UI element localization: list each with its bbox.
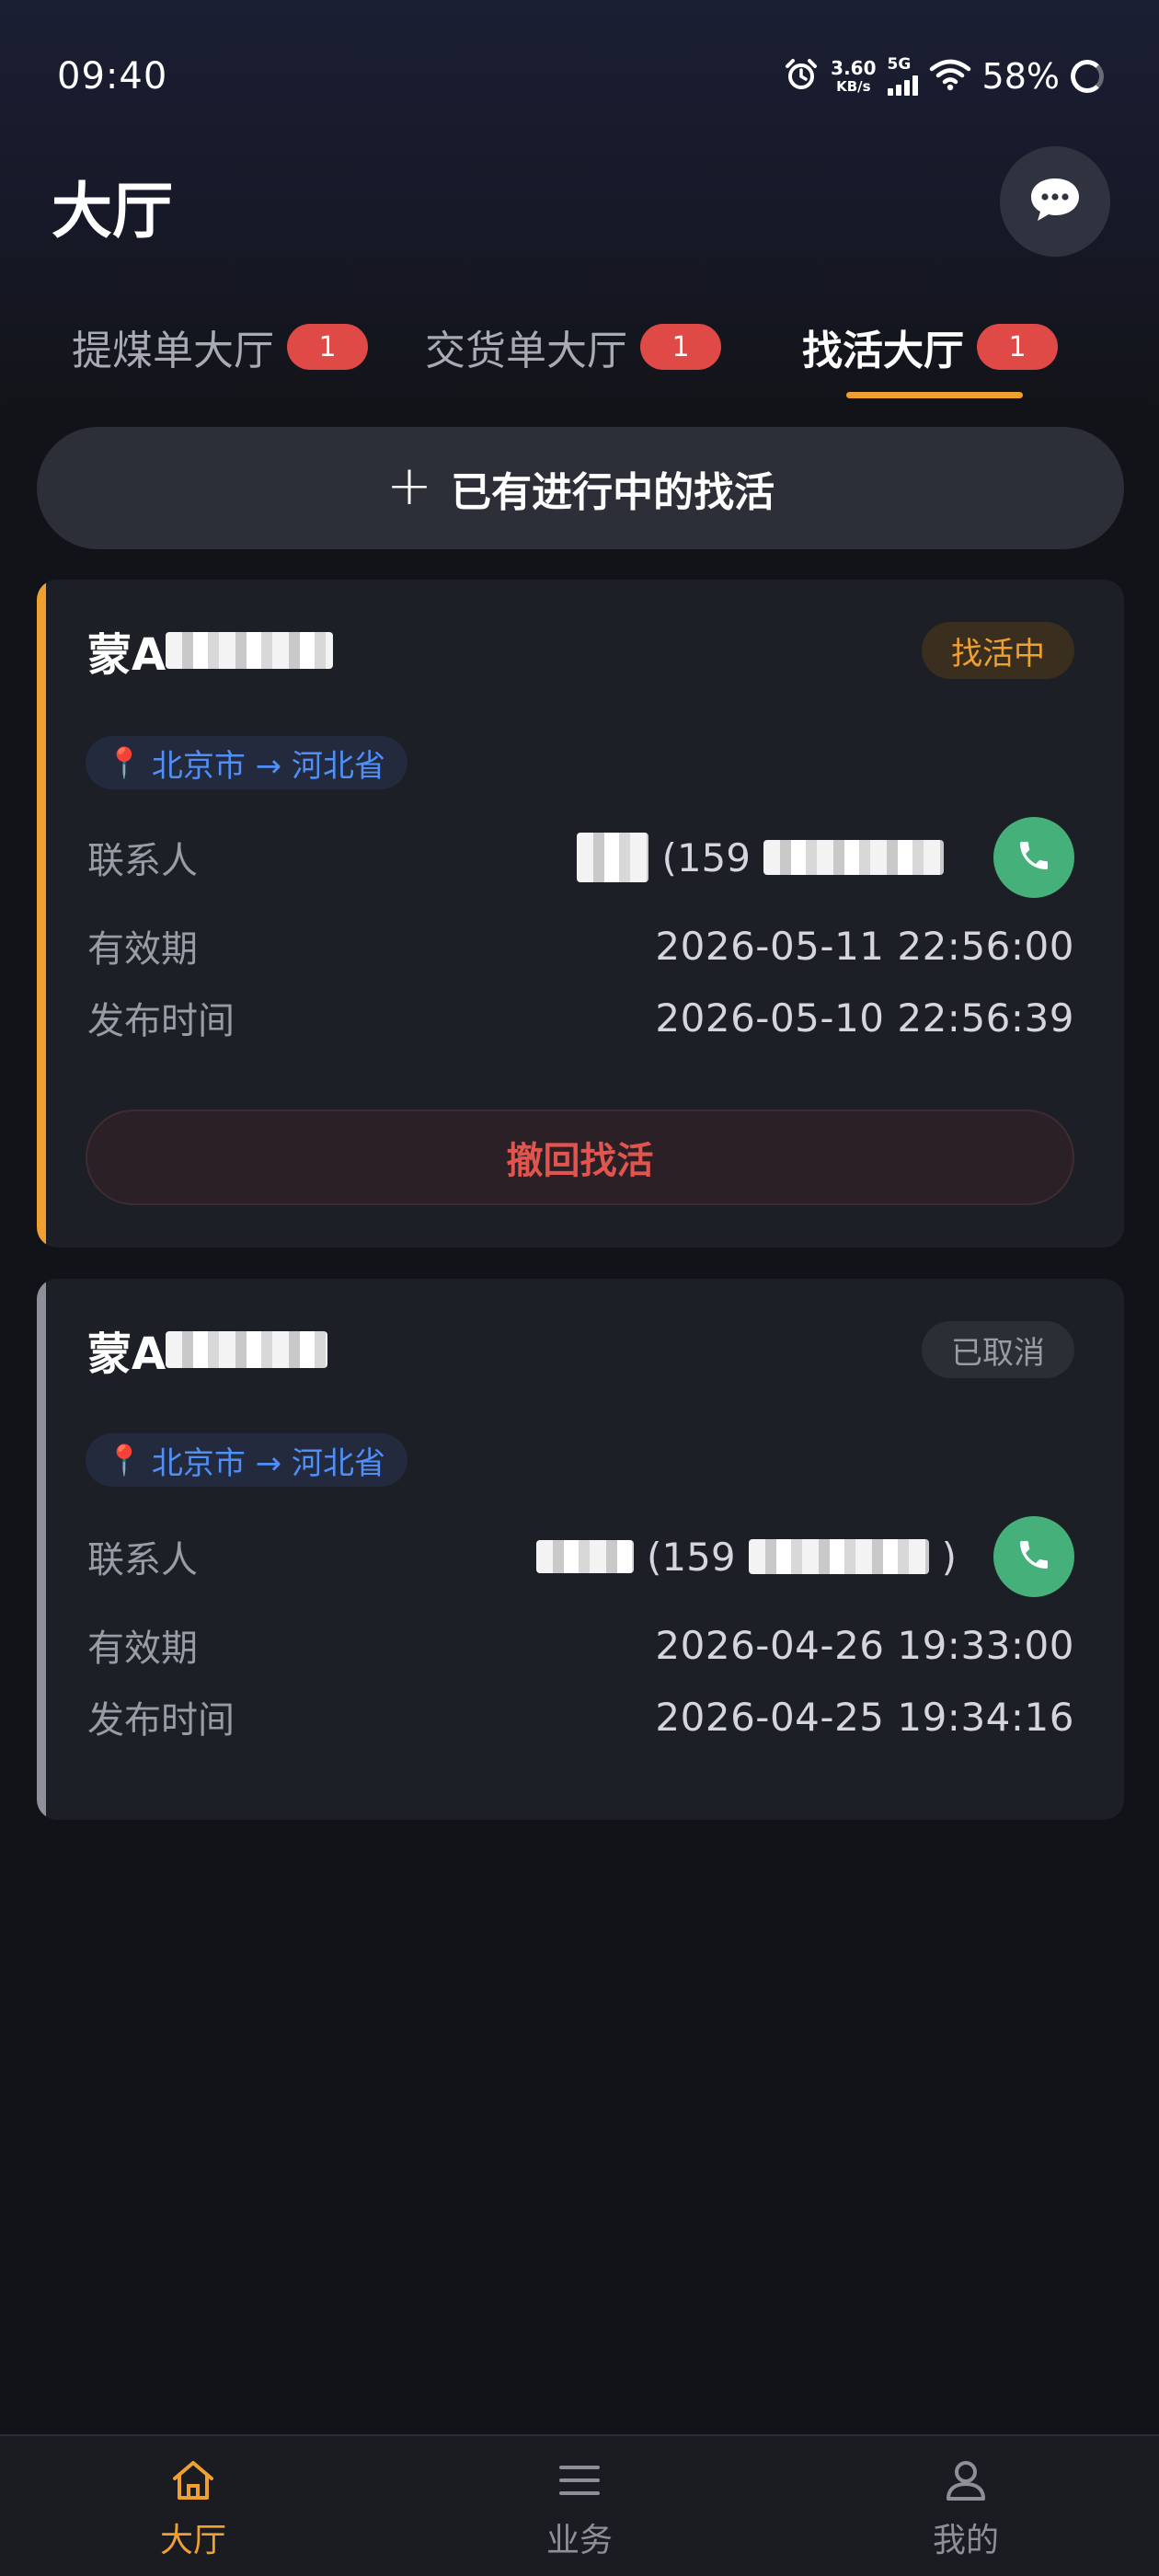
validity-value: 2026-04-26 19:33:00 bbox=[655, 1622, 1074, 1668]
contact-row: 联系人 (159 bbox=[87, 832, 1074, 883]
location-pin-icon: 📍 bbox=[106, 745, 143, 780]
call-button[interactable] bbox=[993, 817, 1074, 898]
chat-bubble-icon bbox=[1028, 176, 1082, 227]
publish-time-value: 2026-05-10 22:56:39 bbox=[655, 995, 1074, 1041]
alarm-icon bbox=[783, 56, 820, 97]
contact-label: 联系人 bbox=[87, 1539, 198, 1581]
bottom-nav: 大厅 业务 我的 bbox=[0, 2434, 1159, 2576]
tab-label: 找活大厅 bbox=[802, 328, 964, 374]
tab-coal-pickup[interactable]: 提煤单大厅 1 bbox=[72, 315, 368, 379]
page-title: 大厅 bbox=[52, 176, 173, 247]
tab-find-work[interactable]: 找活大厅 1 bbox=[802, 315, 1058, 379]
publish-time-row: 发布时间 2026-05-10 22:56:39 bbox=[87, 992, 1074, 1043]
validity-label: 有效期 bbox=[87, 928, 198, 971]
validity-label: 有效期 bbox=[87, 1627, 198, 1670]
contact-label: 联系人 bbox=[87, 840, 198, 882]
publish-time-label: 发布时间 bbox=[87, 1000, 235, 1042]
contact-value: (159 bbox=[577, 833, 957, 882]
redacted-phone bbox=[748, 1539, 929, 1574]
battery-text: 58% bbox=[981, 56, 1060, 97]
route-text: 北京市 → 河北省 bbox=[151, 1444, 385, 1482]
tab-badge: 1 bbox=[287, 324, 368, 370]
ongoing-work-button[interactable]: + 已有进行中的找活 bbox=[37, 427, 1124, 549]
nav-label: 我的 bbox=[932, 2522, 999, 2559]
status-bar: 09:40 3.60 KB/s 5G 58% bbox=[0, 0, 1159, 156]
redacted-phone bbox=[763, 840, 944, 875]
status-badge: 找活中 bbox=[922, 622, 1074, 679]
battery-icon bbox=[1071, 60, 1104, 93]
home-icon bbox=[169, 2456, 217, 2508]
redacted-plate bbox=[166, 632, 334, 669]
contact-value: (159) bbox=[536, 1535, 957, 1580]
work-card[interactable]: 蒙A 已取消 📍 北京市 → 河北省 联系人 (159) 有效期 2026-04… bbox=[37, 1279, 1124, 1820]
tab-badge: 1 bbox=[640, 324, 721, 370]
tab-delivery[interactable]: 交货单大厅 1 bbox=[425, 315, 721, 379]
phone-icon bbox=[1016, 1536, 1052, 1577]
tab-label: 交货单大厅 bbox=[425, 328, 627, 374]
menu-icon bbox=[556, 2456, 603, 2508]
redacted-name bbox=[577, 833, 649, 882]
nav-label: 大厅 bbox=[159, 2522, 226, 2559]
plus-icon: + bbox=[385, 453, 433, 518]
card-accent-bar bbox=[37, 580, 46, 1248]
contact-row: 联系人 (159) bbox=[87, 1531, 1074, 1582]
plate-number: 蒙A bbox=[87, 1317, 328, 1382]
plate-number: 蒙A bbox=[87, 618, 334, 683]
nav-business[interactable]: 业务 bbox=[488, 2456, 671, 2561]
net-speed: 3.60 KB/s bbox=[831, 57, 877, 95]
message-button[interactable] bbox=[1000, 146, 1110, 257]
redacted-plate bbox=[166, 1331, 328, 1368]
route-tag: 📍 北京市 → 河北省 bbox=[86, 736, 407, 789]
user-icon bbox=[942, 2456, 990, 2508]
publish-time-row: 发布时间 2026-04-25 19:34:16 bbox=[87, 1691, 1074, 1742]
tab-badge: 1 bbox=[977, 324, 1058, 370]
card-accent-bar bbox=[37, 1279, 46, 1820]
status-time: 09:40 bbox=[57, 55, 168, 98]
wifi-icon bbox=[929, 58, 971, 95]
validity-row: 有效期 2026-05-11 22:56:00 bbox=[87, 920, 1074, 972]
call-button[interactable] bbox=[993, 1516, 1074, 1597]
route-tag: 📍 北京市 → 河北省 bbox=[86, 1433, 407, 1487]
redacted-name bbox=[536, 1540, 635, 1573]
location-pin-icon: 📍 bbox=[106, 1443, 143, 1478]
active-tab-indicator bbox=[846, 392, 1023, 398]
status-badge: 已取消 bbox=[922, 1321, 1074, 1378]
nav-hall[interactable]: 大厅 bbox=[101, 2456, 285, 2561]
publish-time-value: 2026-04-25 19:34:16 bbox=[655, 1694, 1074, 1740]
nav-label: 业务 bbox=[545, 2522, 613, 2559]
validity-value: 2026-05-11 22:56:00 bbox=[655, 923, 1074, 969]
status-icons: 3.60 KB/s 5G 58% bbox=[783, 53, 1104, 99]
withdraw-button[interactable]: 撤回找活 bbox=[86, 1110, 1074, 1205]
publish-time-label: 发布时间 bbox=[87, 1699, 235, 1742]
work-card[interactable]: 蒙A 找活中 📍 北京市 → 河北省 联系人 (159 有效期 2026-05-… bbox=[37, 580, 1124, 1248]
tab-label: 提煤单大厅 bbox=[72, 328, 274, 374]
phone-icon bbox=[1016, 837, 1052, 878]
signal-icon: 5G bbox=[887, 57, 918, 96]
hall-tabs: 提煤单大厅 1 交货单大厅 1 找活大厅 1 bbox=[48, 304, 1111, 401]
validity-row: 有效期 2026-04-26 19:33:00 bbox=[87, 1619, 1074, 1671]
nav-mine[interactable]: 我的 bbox=[874, 2456, 1058, 2561]
route-text: 北京市 → 河北省 bbox=[151, 747, 385, 785]
ongoing-work-label: 已有进行中的找活 bbox=[451, 468, 775, 516]
